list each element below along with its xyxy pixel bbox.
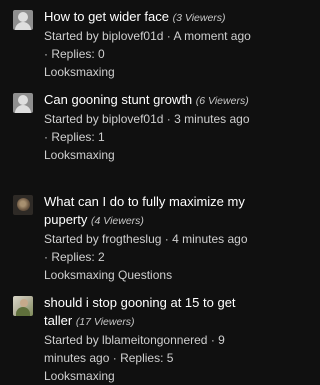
forum-link[interactable]: Looksmaxing xyxy=(44,367,252,385)
meta-separator: · xyxy=(112,351,117,365)
thread-time[interactable]: A moment ago xyxy=(173,29,250,43)
default-user-avatar-icon[interactable] xyxy=(13,93,33,113)
started-by-label: Started by xyxy=(44,232,99,246)
author-link[interactable]: frogtheslug xyxy=(102,232,161,246)
thread-title-line: What can I do to fully maximize my puper… xyxy=(44,193,252,230)
thread-title[interactable]: How to get wider face xyxy=(44,9,169,24)
cat-avatar-icon[interactable] xyxy=(13,195,33,215)
viewer-count: (3 Viewers) xyxy=(172,12,226,24)
thread-content: How to get wider face (3 Viewers) Starte… xyxy=(44,8,252,81)
thread-title[interactable]: What can I do to fully maximize my puper… xyxy=(44,194,245,227)
author-link[interactable]: lblameitongonnered xyxy=(102,333,207,347)
author-link[interactable]: biplovef01d xyxy=(102,29,163,43)
started-by-label: Started by xyxy=(44,29,99,43)
thread-time[interactable]: 3 minutes ago xyxy=(174,112,249,126)
meta-separator: · xyxy=(164,232,169,246)
thread-title-line: Can gooning stunt growth (6 Viewers) xyxy=(44,91,252,110)
started-by-label: Started by xyxy=(44,333,99,347)
viewer-count: (4 Viewers) xyxy=(91,215,144,227)
thread-title-line: should i stop gooning at 15 to get talle… xyxy=(44,294,252,331)
meta-separator: · xyxy=(44,250,48,264)
default-user-avatar-icon[interactable] xyxy=(13,10,33,30)
viewer-count: (6 Viewers) xyxy=(195,95,249,107)
reply-count: Replies: 2 xyxy=(51,250,105,264)
thread-meta: Started by biplovef01d · 3 minutes ago ·… xyxy=(44,110,252,146)
thread-meta: Started by frogtheslug · 4 minutes ago ·… xyxy=(44,230,252,266)
thread-title[interactable]: should i stop gooning at 15 to get talle… xyxy=(44,295,236,328)
photo-avatar-icon[interactable] xyxy=(13,296,33,316)
thread-content: should i stop gooning at 15 to get talle… xyxy=(44,294,252,385)
started-by-label: Started by xyxy=(44,112,99,126)
thread-title-line: How to get wider face (3 Viewers) xyxy=(44,8,252,27)
reply-count: Replies: 1 xyxy=(51,130,105,144)
forum-link[interactable]: Looksmaxing xyxy=(44,146,252,164)
thread-meta: Started by lblameitongonnered · 9 minute… xyxy=(44,331,252,367)
author-link[interactable]: biplovef01d xyxy=(102,112,163,126)
reply-count: Replies: 5 xyxy=(120,351,174,365)
meta-separator: · xyxy=(210,333,215,347)
meta-separator: · xyxy=(44,47,48,61)
viewer-count: (17 Viewers) xyxy=(75,316,135,328)
meta-separator: · xyxy=(166,112,171,126)
forum-link[interactable]: Looksmaxing xyxy=(44,63,252,81)
meta-separator: · xyxy=(44,130,48,144)
reply-count: Replies: 0 xyxy=(51,47,105,61)
forum-link[interactable]: Looksmaxing Questions xyxy=(44,266,252,284)
thread-time[interactable]: 4 minutes ago xyxy=(172,232,247,246)
thread-content: Can gooning stunt growth (6 Viewers) Sta… xyxy=(44,91,252,164)
thread-content: What can I do to fully maximize my puper… xyxy=(44,193,252,284)
meta-separator: · xyxy=(166,29,171,43)
thread-meta: Started by biplovef01d · A moment ago · … xyxy=(44,27,252,63)
thread-title[interactable]: Can gooning stunt growth xyxy=(44,92,192,107)
